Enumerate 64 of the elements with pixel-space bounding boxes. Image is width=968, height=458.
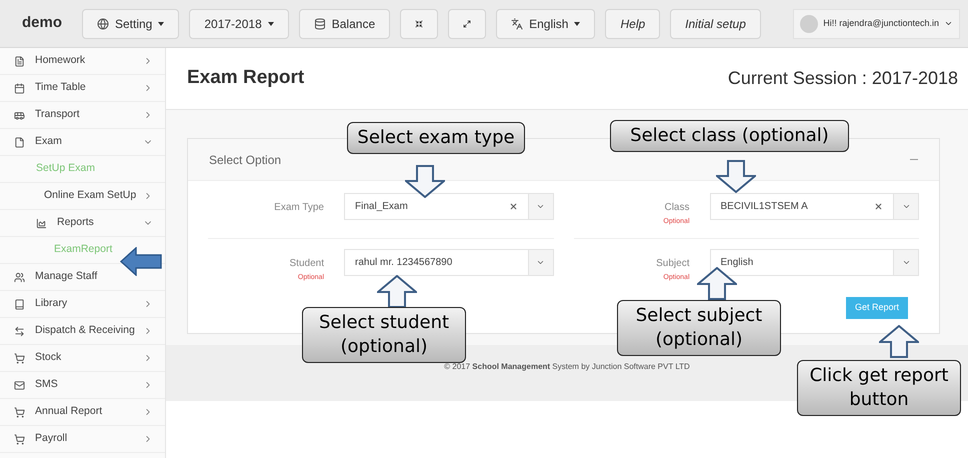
toolbar-button[interactable]: 2017-2018 [189, 8, 289, 38]
toolbar-button[interactable]: Balance [298, 8, 390, 38]
clear-icon [874, 202, 883, 211]
expand-icon [463, 18, 472, 30]
current-session: Current Session : 2017-2018 [728, 67, 958, 90]
callout-box: Select subject (optional) [617, 300, 781, 356]
up-arrow-icon [697, 267, 737, 300]
sidebar-item[interactable]: Time Table [0, 75, 165, 102]
field-label: Class [663, 201, 690, 215]
toolbar-link[interactable]: Help [605, 8, 660, 38]
field-label: Subject [655, 256, 690, 270]
panel-title: Select Option [209, 152, 282, 168]
callout-box: Select student (optional) [302, 307, 466, 363]
field-label: Exam Type [273, 201, 324, 215]
user-menu[interactable]: Hi!! rajendra@junctiontech.in [793, 8, 960, 38]
toolbar-button[interactable] [448, 8, 486, 38]
caret-icon [158, 22, 164, 26]
toolbar-button[interactable]: Setting [82, 8, 180, 38]
select-field[interactable]: rahul mr. 1234567890 [344, 248, 554, 276]
shrink-icon [415, 18, 424, 30]
chevron-down-icon [902, 202, 910, 211]
dropdown-toggle[interactable] [893, 250, 918, 274]
toolbar-button[interactable] [400, 8, 438, 38]
dropdown-toggle[interactable] [528, 194, 552, 219]
footer-text: © 2017 School Management System by Junction Software PVT LTD [444, 361, 690, 373]
clear-icon [508, 202, 518, 211]
chevron-down-icon [536, 202, 545, 211]
callout-box: Select exam type [347, 122, 525, 154]
dropdown-toggle[interactable] [893, 194, 918, 219]
sidebar-item[interactable]: Exam [0, 129, 165, 156]
avatar-icon [800, 14, 818, 32]
database-icon [314, 18, 326, 30]
left-arrow-icon [120, 247, 162, 276]
button-label: Setting [115, 16, 152, 32]
sidebar-item[interactable]: Homework [0, 48, 165, 75]
select-field[interactable]: BECIVIL1STSEM A [710, 193, 919, 220]
sidebar-item[interactable]: Payroll [0, 426, 165, 453]
button-label: 2017-2018 [204, 16, 262, 32]
field-label: Student [288, 256, 324, 270]
sidebar-item[interactable]: SMS [0, 372, 165, 399]
button-label: Balance [332, 16, 376, 32]
chevron-down-icon [944, 19, 953, 28]
select-field[interactable]: Final_Exam [344, 193, 554, 220]
page-title: Exam Report [187, 66, 304, 90]
callout-box: Click get report button [797, 360, 961, 416]
sidebar-item[interactable]: Online Exam SetUp [0, 183, 165, 210]
sidebar-item[interactable]: Library [0, 291, 165, 318]
sidebar-item[interactable]: Transport [0, 102, 165, 129]
globe-icon [97, 18, 109, 30]
select-field[interactable]: English [710, 248, 919, 276]
callout-box: Select class (optional) [610, 120, 849, 152]
toolbar-button[interactable]: English [496, 8, 596, 38]
language-icon [511, 18, 524, 30]
sidebar-item[interactable]: Reports [0, 210, 165, 237]
caret-icon [574, 22, 580, 26]
up-arrow-icon [377, 275, 417, 308]
sidebar-item[interactable]: Stock [0, 345, 165, 372]
sidebar-item[interactable]: Annual Report [0, 399, 165, 426]
button-label: English [529, 16, 568, 32]
dropdown-toggle[interactable] [528, 250, 552, 274]
caret-icon [268, 22, 274, 26]
toolbar-link[interactable]: Initial setup [670, 8, 761, 38]
sidebar-item[interactable]: Dispatch & Receiving [0, 318, 165, 345]
brand-name: demo [22, 13, 64, 34]
